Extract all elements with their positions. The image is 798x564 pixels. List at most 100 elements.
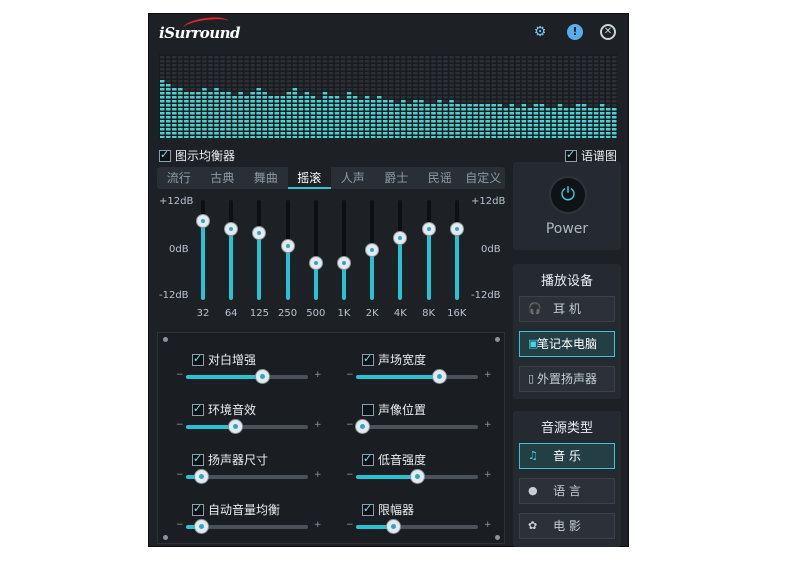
effect-toggle[interactable]: 自动音量均衡 [192,499,280,518]
slider-minus[interactable]: − [176,370,184,380]
slider-plus[interactable]: + [314,520,322,530]
effect-slider-knob[interactable] [355,419,371,434]
preset-tab[interactable]: 舞曲 [244,167,288,189]
spectrum-checkbox[interactable] [565,148,577,162]
eq-slider-track[interactable] [229,200,234,300]
eq-slider-track[interactable] [398,200,403,300]
effect-label: 扬声器尺寸 [208,453,269,467]
effect-slider-knob[interactable] [410,469,425,484]
effects-panel: 对白增强 − + 声场宽度 − + 环境音效 − + 声像位置 − + 扬声器尺寸 − + 低音强度 − + 自动音… [157,332,505,544]
effect-toggle[interactable]: 对白增强 [192,349,256,368]
eq-slider-track[interactable] [257,200,262,300]
equalizer-checkbox[interactable] [159,148,171,162]
db-bottom-left: -12dB [159,290,189,301]
effect-slider[interactable] [355,419,478,434]
slider-minus[interactable]: − [176,470,184,480]
effect-slider[interactable] [356,519,478,534]
slider-minus[interactable]: − [346,370,354,380]
effect-checkbox[interactable] [362,403,374,416]
effect-slider-knob[interactable] [193,519,209,534]
playback-option[interactable]: 🎧 耳 机 [519,296,615,322]
effect-checkbox[interactable] [192,352,204,366]
slider-plus[interactable]: + [484,520,492,530]
effect-toggle[interactable]: 低音强度 [362,449,426,468]
effect-slider[interactable] [186,369,308,384]
info-icon[interactable]: ! [567,24,583,40]
effect-slider[interactable] [356,469,478,484]
slider-minus[interactable]: − [346,520,354,530]
eq-slider-knob[interactable] [280,238,295,253]
eq-slider-knob[interactable] [224,222,239,237]
effect-slider[interactable] [356,369,478,384]
preset-tab[interactable]: 流行 [157,167,201,189]
preset-tab[interactable]: 民谣 [418,167,462,189]
effect-slider-knob[interactable] [193,469,209,484]
eq-slider-knob[interactable] [252,226,267,241]
title-bar[interactable]: iSurround ⚙ ! ✕ [149,14,628,52]
slider-plus[interactable]: + [314,420,322,430]
effect-checkbox[interactable] [192,502,204,516]
db-mid-right: 0dB [481,244,501,255]
effect-toggle[interactable]: 环境音效 [192,399,256,418]
playback-option[interactable]: ▯ 外置扬声器 [519,366,615,392]
effect-slider[interactable] [186,519,308,534]
db-bottom-right: -12dB [471,290,501,301]
eq-frequency-label: 250 [278,308,298,319]
slider-minus[interactable]: − [346,420,354,430]
source-option[interactable]: ● 语 言 [519,478,615,504]
preset-tab[interactable]: 自定义 [462,167,506,189]
option-label: 语 言 [553,484,581,498]
playback-option[interactable]: ▣ 笔记本电脑 [519,331,615,357]
eq-slider-knob[interactable] [421,222,436,237]
eq-slider-knob[interactable] [365,243,380,257]
equalizer-toggle[interactable]: 图示均衡器 [159,145,235,164]
effect-checkbox[interactable] [192,452,204,466]
effect-toggle[interactable]: 声像位置 [362,399,426,418]
effect-slider-knob[interactable] [254,369,270,384]
slider-plus[interactable]: + [484,470,492,480]
effect-checkbox[interactable] [362,352,374,366]
eq-frequency-label: 8K [422,308,436,319]
slider-plus[interactable]: + [484,370,492,380]
eq-slider-track[interactable] [342,200,346,300]
eq-slider-knob[interactable] [449,222,464,237]
effect-checkbox[interactable] [362,502,374,516]
preset-tab[interactable]: 古典 [201,167,245,189]
preset-tab[interactable]: 摇滚 [287,167,331,189]
source-option[interactable]: ♫ 音 乐 [519,443,615,469]
preset-tab[interactable]: 人声 [331,167,375,189]
eq-slider-knob[interactable] [308,255,323,270]
preset-tab[interactable]: 爵士 [375,167,419,189]
effect-checkbox[interactable] [192,402,204,416]
effect-checkbox[interactable] [362,452,374,466]
power-icon: ⏻ [560,184,576,205]
eq-slider-track[interactable] [454,200,459,300]
slider-minus[interactable]: − [346,470,354,480]
slider-minus[interactable]: − [176,420,184,430]
slider-plus[interactable]: + [314,470,322,480]
effect-slider[interactable] [186,419,308,434]
gear-icon[interactable]: ⚙ [532,24,548,40]
effect-slider[interactable] [186,469,308,484]
source-option[interactable]: ✿ 电 影 [519,513,615,539]
eq-slider-knob[interactable] [393,230,408,245]
close-icon[interactable]: ✕ [600,24,616,40]
effect-toggle[interactable]: 扬声器尺寸 [192,449,268,468]
power-button[interactable]: ⏻ [549,176,587,214]
effect-slider-knob[interactable] [431,369,447,384]
effect-label: 声场宽度 [378,353,427,367]
slider-plus[interactable]: + [314,370,322,380]
effect-toggle[interactable]: 声场宽度 [362,349,426,368]
effect-slider-knob[interactable] [227,419,243,434]
effect-slider-knob[interactable] [385,519,401,534]
laptop-icon: ▣ [528,337,539,350]
eq-slider-knob[interactable] [196,213,210,228]
effect-toggle[interactable]: 限幅器 [362,499,414,518]
eq-slider-track[interactable] [313,200,318,300]
screw-decoration [163,535,168,540]
eq-slider-track[interactable] [426,200,431,300]
eq-slider-knob[interactable] [337,255,351,270]
slider-minus[interactable]: − [176,520,184,530]
source-title: 音源类型 [540,421,593,436]
slider-plus[interactable]: + [484,420,492,430]
